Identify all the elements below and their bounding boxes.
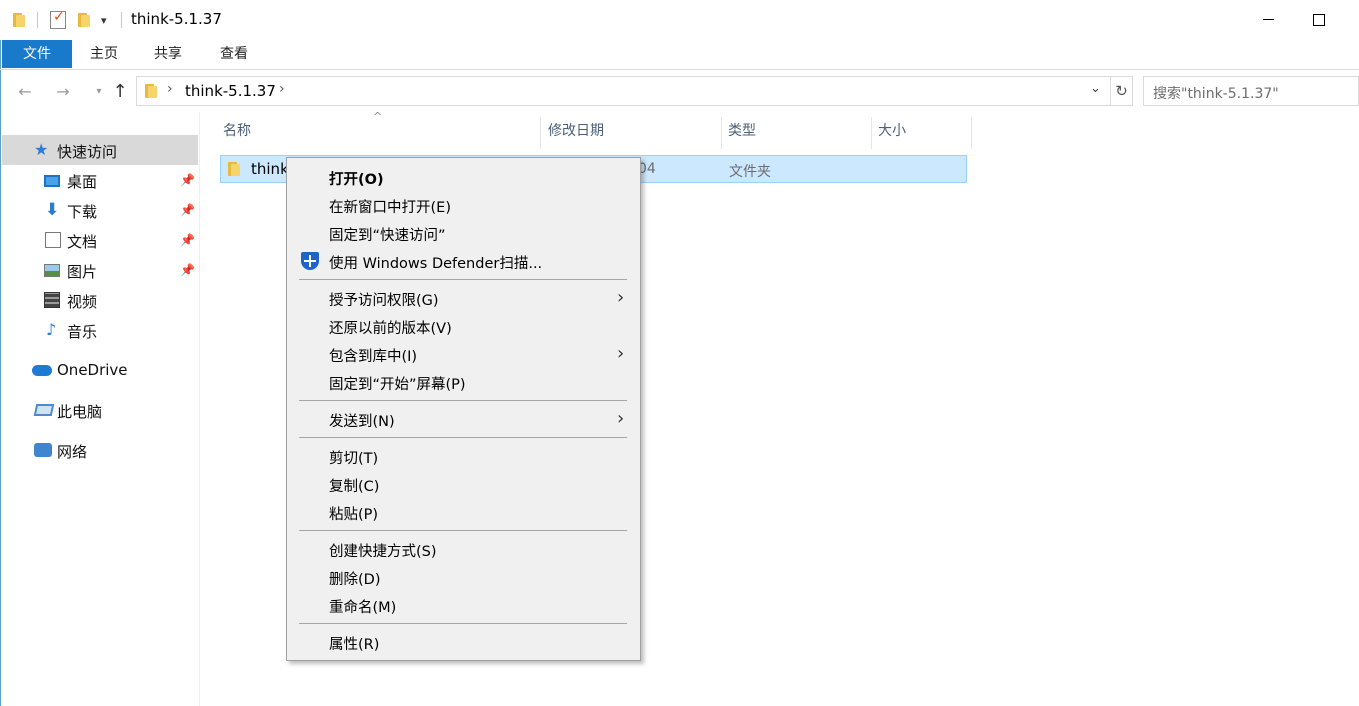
- submenu-arrow-icon: ›: [617, 343, 625, 364]
- music-note-icon: ♪: [46, 320, 57, 339]
- nav-label: 下载: [67, 203, 98, 221]
- ribbon-tabs: 文件 主页 共享 查看: [0, 40, 1359, 70]
- toolbar-divider: [37, 12, 38, 28]
- column-header-name[interactable]: 名称: [216, 117, 541, 149]
- context-menu: 打开(O) 在新窗口中打开(E) 固定到“快速访问” 使用 Windows De…: [286, 157, 641, 661]
- title-bar: ▾ think-5.1.37: [0, 0, 1359, 40]
- menu-item-defender-scan[interactable]: 使用 Windows Defender扫描...: [289, 247, 638, 275]
- cloud-icon: [32, 365, 52, 376]
- menu-item-open[interactable]: 打开(O): [289, 163, 638, 191]
- window-title: think-5.1.37: [131, 10, 222, 28]
- address-dropdown-icon[interactable]: ⌄: [1090, 81, 1101, 96]
- menu-item-grant-access[interactable]: 授予访问权限(G) ›: [289, 284, 638, 312]
- menu-item-delete[interactable]: 删除(D): [289, 563, 638, 591]
- refresh-icon[interactable]: ↻: [1111, 76, 1133, 106]
- file-name[interactable]: think: [251, 160, 289, 178]
- menu-item-rename[interactable]: 重命名(M): [289, 591, 638, 619]
- maximize-button[interactable]: [1296, 0, 1342, 40]
- nav-label: OneDrive: [57, 361, 128, 379]
- pin-icon[interactable]: 📌: [180, 263, 195, 277]
- nav-pictures[interactable]: 图片 📌: [2, 255, 198, 285]
- computer-icon: [33, 404, 55, 416]
- tab-view[interactable]: 查看: [208, 40, 260, 68]
- menu-separator: [299, 623, 627, 624]
- nav-label: 快速访问: [57, 143, 118, 161]
- pin-icon[interactable]: 📌: [180, 203, 195, 217]
- column-header-date[interactable]: 修改日期: [541, 117, 722, 149]
- defender-shield-icon: [301, 252, 319, 270]
- toolbar-divider: [121, 12, 122, 28]
- address-bar[interactable]: › think-5.1.37 › ⌄: [136, 76, 1111, 106]
- nav-documents[interactable]: 文档 📌: [2, 225, 198, 255]
- nav-videos[interactable]: 视频: [2, 285, 198, 315]
- menu-item-pin-start[interactable]: 固定到“开始”屏幕(P): [289, 368, 638, 396]
- forward-arrow-icon[interactable]: →: [51, 80, 75, 104]
- menu-item-create-shortcut[interactable]: 创建快捷方式(S): [289, 535, 638, 563]
- pin-icon[interactable]: 📌: [180, 173, 195, 187]
- menu-item-cut[interactable]: 剪切(T): [289, 442, 638, 470]
- nav-music[interactable]: ♪ 音乐: [2, 315, 198, 345]
- nav-label: 图片: [67, 263, 98, 281]
- customize-toolbar-dropdown-icon[interactable]: ▾: [101, 10, 107, 30]
- file-type: 文件夹: [729, 164, 771, 180]
- breadcrumb-current[interactable]: think-5.1.37: [185, 82, 276, 100]
- folder-icon: [144, 83, 158, 99]
- nav-label: 此电脑: [57, 403, 103, 421]
- search-input[interactable]: 搜索"think-5.1.37": [1143, 76, 1359, 106]
- nav-label: 视频: [67, 293, 98, 311]
- nav-label: 桌面: [67, 173, 98, 191]
- up-arrow-icon[interactable]: ↑: [108, 80, 132, 104]
- network-icon: [34, 443, 52, 457]
- menu-item-open-new-window[interactable]: 在新窗口中打开(E): [289, 191, 638, 219]
- nav-quick-access[interactable]: ★ 快速访问: [2, 135, 198, 165]
- menu-item-pin-quick-access[interactable]: 固定到“快速访问”: [289, 219, 638, 247]
- menu-separator: [299, 400, 627, 401]
- menu-separator: [299, 279, 627, 280]
- nav-desktop[interactable]: 桌面 📌: [2, 165, 198, 195]
- menu-item-properties[interactable]: 属性(R): [289, 628, 638, 656]
- desktop-icon: [44, 175, 60, 187]
- tab-file[interactable]: 文件: [2, 40, 72, 68]
- minimize-button[interactable]: [1246, 0, 1292, 40]
- navigation-pane: ★ 快速访问 桌面 📌 ⬇ 下载 📌 文档 📌 图片 📌 视频 ♪ 音乐 One…: [0, 112, 200, 706]
- nav-network[interactable]: 网络: [2, 435, 198, 465]
- tab-share[interactable]: 共享: [142, 40, 194, 68]
- properties-quick-icon[interactable]: [50, 9, 66, 30]
- menu-item-include-library[interactable]: 包含到库中(I) ›: [289, 340, 638, 368]
- nav-label: 文档: [67, 233, 98, 251]
- download-arrow-icon: ⬇: [45, 200, 60, 220]
- pin-icon[interactable]: 📌: [180, 233, 195, 247]
- breadcrumb-chevron-icon[interactable]: ›: [167, 81, 173, 97]
- nav-downloads[interactable]: ⬇ 下载 📌: [2, 195, 198, 225]
- back-arrow-icon[interactable]: ←: [13, 80, 37, 104]
- menu-item-copy[interactable]: 复制(C): [289, 470, 638, 498]
- folder-icon: [227, 161, 241, 177]
- column-header-type[interactable]: 类型: [722, 117, 872, 149]
- picture-icon: [44, 264, 60, 277]
- nav-this-pc[interactable]: 此电脑: [2, 395, 198, 425]
- tab-home[interactable]: 主页: [78, 40, 130, 68]
- column-header-size[interactable]: 大小: [872, 117, 972, 149]
- document-icon: [45, 232, 61, 248]
- submenu-arrow-icon: ›: [617, 287, 625, 308]
- nav-label: 网络: [57, 443, 88, 461]
- breadcrumb-chevron-icon[interactable]: ›: [279, 81, 285, 97]
- menu-item-send-to[interactable]: 发送到(N) ›: [289, 405, 638, 433]
- address-row: ← → ▾ ↑ › think-5.1.37 › ⌄ ↻ 搜索"think-5.…: [0, 72, 1359, 112]
- menu-separator: [299, 437, 627, 438]
- nav-onedrive[interactable]: OneDrive: [2, 355, 198, 385]
- menu-separator: [299, 530, 627, 531]
- app-folder-icon[interactable]: [12, 10, 26, 30]
- menu-item-restore-versions[interactable]: 还原以前的版本(V): [289, 312, 638, 340]
- new-folder-quick-icon[interactable]: [77, 10, 91, 30]
- star-icon: ★: [34, 140, 49, 159]
- search-placeholder: 搜索"think-5.1.37": [1153, 86, 1279, 102]
- submenu-arrow-icon: ›: [617, 408, 625, 429]
- nav-label: 音乐: [67, 323, 98, 341]
- video-film-icon: [44, 292, 60, 308]
- menu-item-paste[interactable]: 粘贴(P): [289, 498, 638, 526]
